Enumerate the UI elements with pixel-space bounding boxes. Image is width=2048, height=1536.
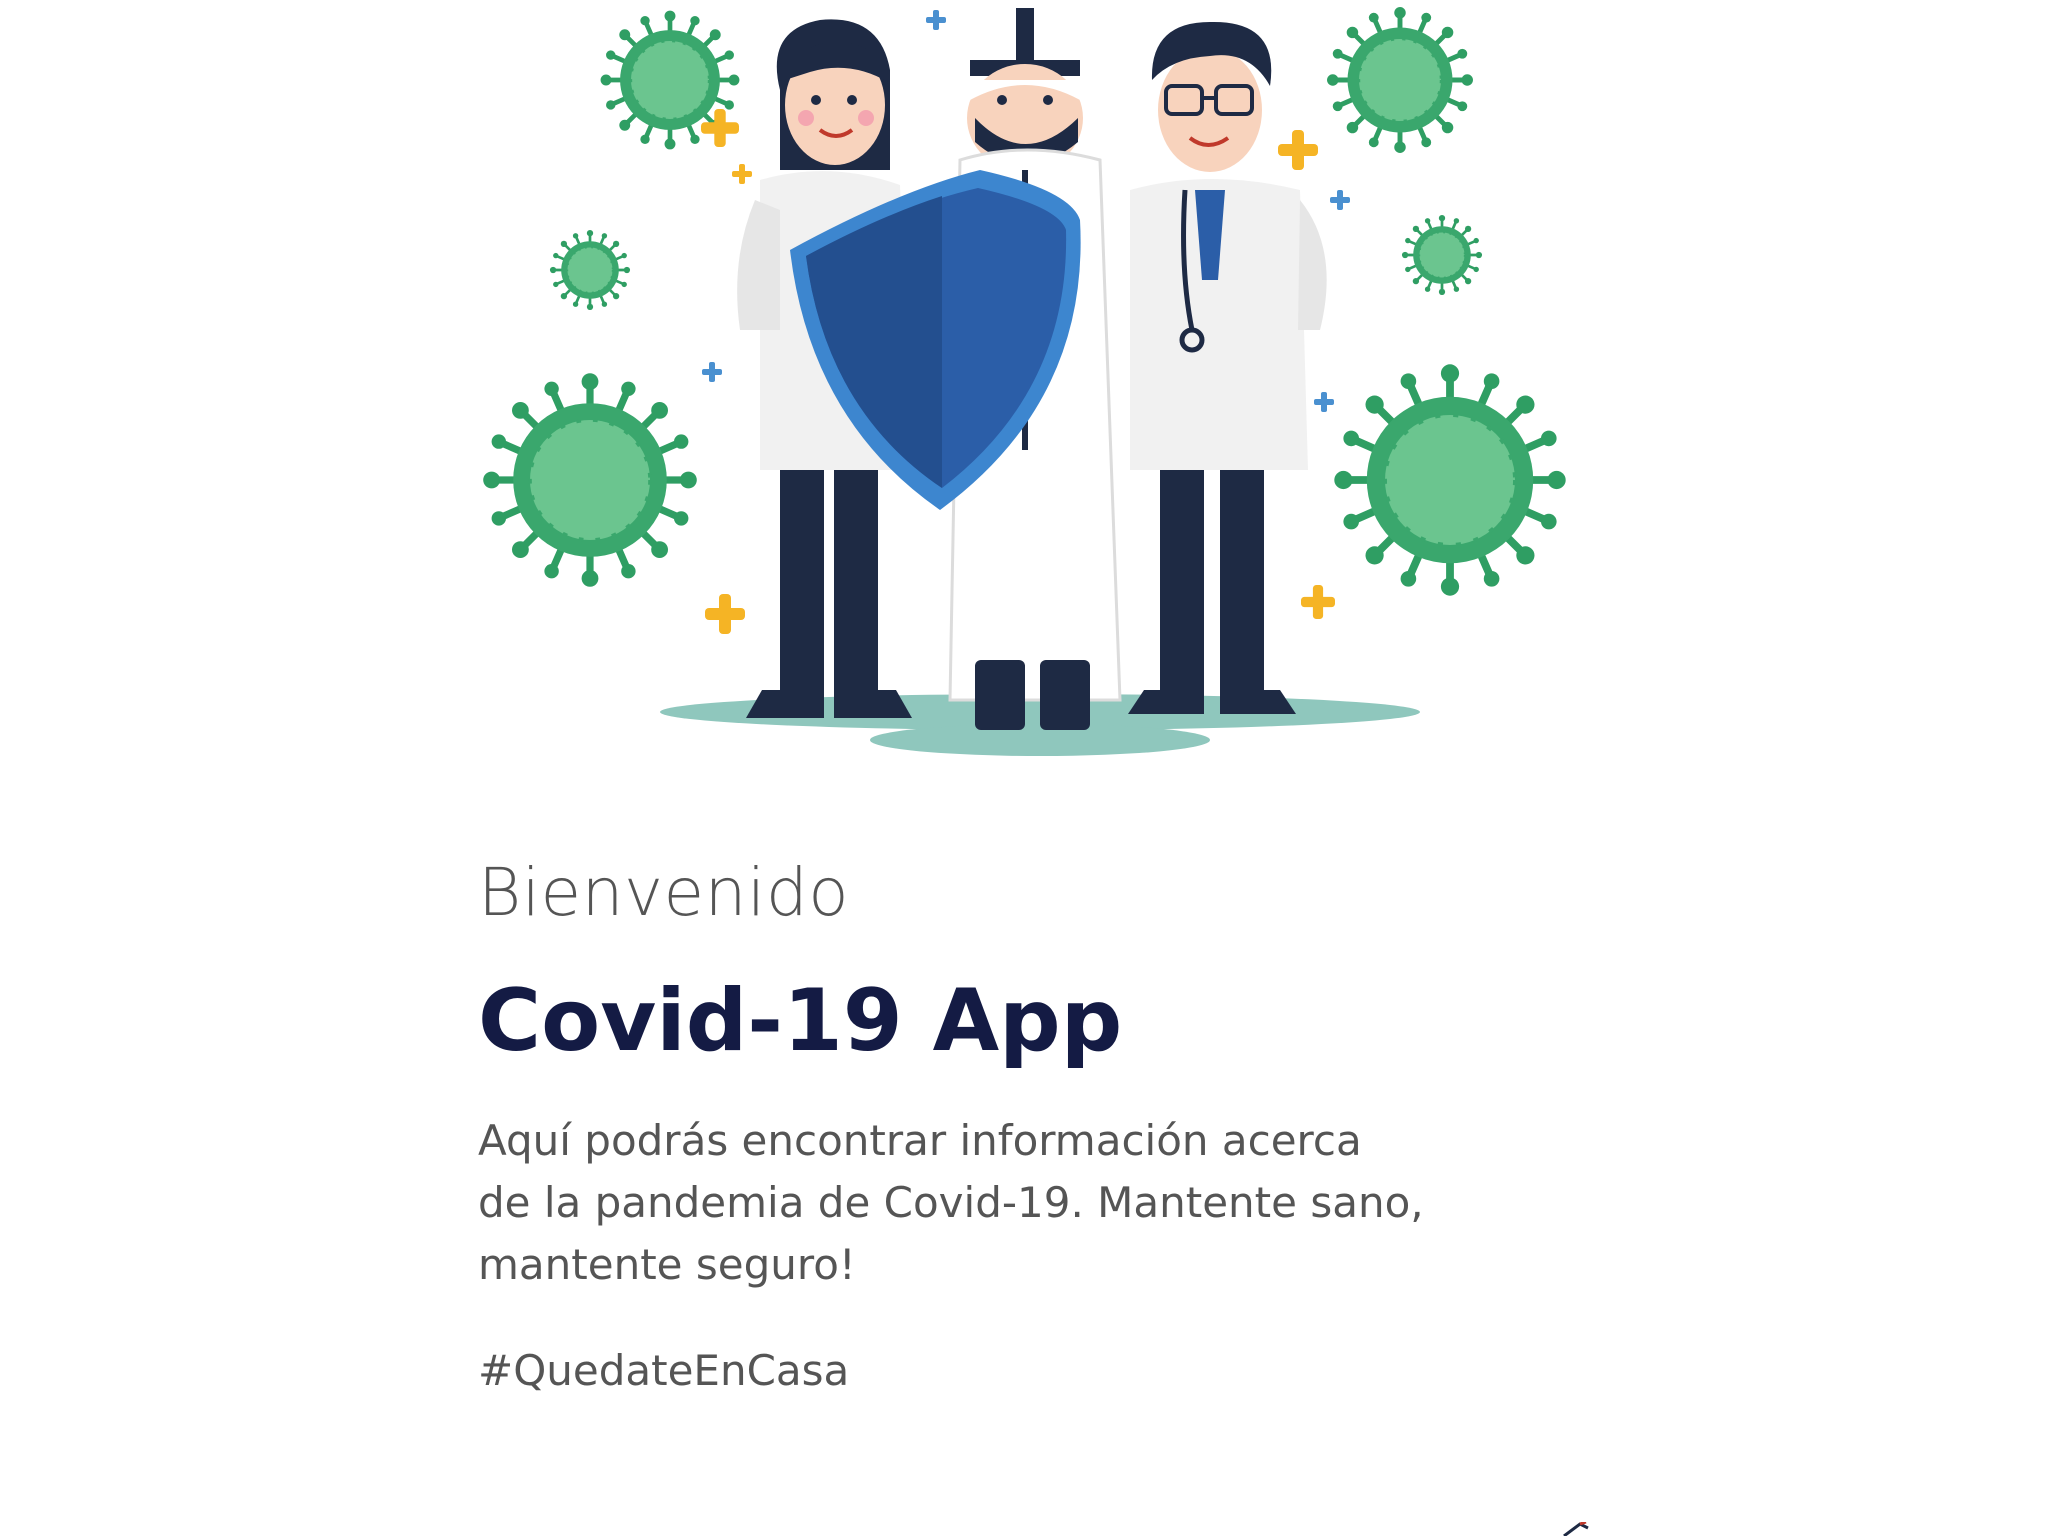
- medical-team-illustration: [480, 0, 1600, 780]
- app-title: Covid-19 App: [478, 971, 1123, 1071]
- welcome-content: Bienvenido Covid-19 App Aquí podrás enco…: [478, 860, 1478, 1392]
- app-description: Aquí podrás encontrar información acerca…: [478, 1116, 1424, 1289]
- welcome-screen: Bienvenido Covid-19 App Aquí podrás enco…: [0, 0, 2048, 1536]
- partial-icon: [1556, 1520, 1596, 1536]
- welcome-greeting: Bienvenido: [478, 854, 850, 931]
- hashtag-text: #QuedateEnCasa: [478, 1346, 850, 1395]
